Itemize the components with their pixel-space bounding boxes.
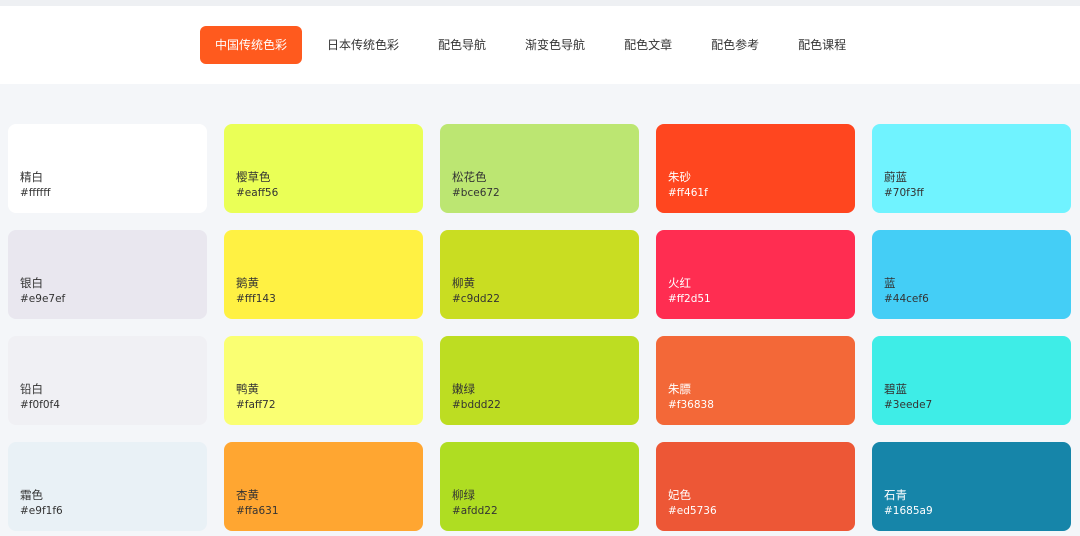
color-swatch-grid: 精白 #ffffff 樱草色 #eaff56 松花色 #bce672 朱砂 #ff461f 蔚蓝… — [8, 124, 1071, 531]
color-hex-code: #fff143 — [236, 293, 276, 305]
nav-item-5[interactable]: 配色参考 — [692, 26, 778, 64]
nav-item-3[interactable]: 渐变色导航 — [506, 26, 604, 64]
color-name: 鹅黄 — [236, 276, 259, 290]
color-hex-code: #44cef6 — [884, 293, 929, 305]
color-swatch-card[interactable]: 妃色 #ed5736 — [656, 442, 855, 531]
color-hex-code: #eaff56 — [236, 187, 279, 199]
color-swatch-card[interactable]: 精白 #ffffff — [8, 124, 207, 213]
color-hex-code: #bce672 — [452, 187, 500, 199]
color-swatch-card[interactable]: 松花色 #bce672 — [440, 124, 639, 213]
color-hex-code: #c9dd22 — [452, 293, 500, 305]
color-swatch-card[interactable]: 火红 #ff2d51 — [656, 230, 855, 319]
color-swatch-card[interactable]: 鹅黄 #fff143 — [224, 230, 423, 319]
color-hex-code: #ffa631 — [236, 505, 279, 517]
color-name: 朱膘 — [668, 382, 691, 396]
color-hex-code: #f36838 — [668, 399, 714, 411]
color-swatch-card[interactable]: 柳黄 #c9dd22 — [440, 230, 639, 319]
nav-item-4[interactable]: 配色文章 — [605, 26, 691, 64]
color-swatch-card[interactable]: 霜色 #e9f1f6 — [8, 442, 207, 531]
color-name: 鸭黄 — [236, 382, 259, 396]
color-hex-code: #afdd22 — [452, 505, 498, 517]
color-name: 霜色 — [20, 488, 43, 502]
color-swatch-card[interactable]: 银白 #e9e7ef — [8, 230, 207, 319]
color-swatch-card[interactable]: 碧蓝 #3eede7 — [872, 336, 1071, 425]
top-navigation-bar: 中国传统色彩 日本传统色彩 配色导航 渐变色导航 配色文章 配色参考 配色课程 — [0, 6, 1080, 84]
color-hex-code: #ffffff — [20, 187, 51, 199]
nav-item-0[interactable]: 中国传统色彩 — [200, 26, 303, 64]
nav-menu: 中国传统色彩 日本传统色彩 配色导航 渐变色导航 配色文章 配色参考 配色课程 — [200, 26, 866, 64]
color-hex-code: #3eede7 — [884, 399, 933, 411]
color-hex-code: #ff2d51 — [668, 293, 711, 305]
color-hex-code: #bddd22 — [452, 399, 501, 411]
nav-item-2[interactable]: 配色导航 — [419, 26, 505, 64]
color-hex-code: #70f3ff — [884, 187, 924, 199]
color-hex-code: #e9e7ef — [20, 293, 66, 305]
color-swatch-card[interactable]: 朱膘 #f36838 — [656, 336, 855, 425]
color-name: 松花色 — [452, 170, 487, 184]
color-swatch-card[interactable]: 石青 #1685a9 — [872, 442, 1071, 531]
color-swatch-card[interactable]: 杏黄 #ffa631 — [224, 442, 423, 531]
color-name: 蓝 — [884, 276, 896, 290]
color-swatch-card[interactable]: 铅白 #f0f0f4 — [8, 336, 207, 425]
color-name: 杏黄 — [236, 488, 259, 502]
color-hex-code: #faff72 — [236, 399, 276, 411]
color-name: 朱砂 — [668, 170, 691, 184]
color-swatch-card[interactable]: 柳绿 #afdd22 — [440, 442, 639, 531]
color-swatch-card[interactable]: 樱草色 #eaff56 — [224, 124, 423, 213]
color-name: 精白 — [20, 170, 43, 184]
color-hex-code: #ff461f — [668, 187, 708, 199]
color-hex-code: #1685a9 — [884, 505, 933, 517]
color-swatch-card[interactable]: 蔚蓝 #70f3ff — [872, 124, 1071, 213]
color-name: 石青 — [884, 488, 907, 502]
color-name: 柳绿 — [452, 488, 475, 502]
color-name: 铅白 — [20, 382, 43, 396]
color-name: 碧蓝 — [884, 382, 907, 396]
color-name: 妃色 — [668, 488, 691, 502]
nav-item-6[interactable]: 配色课程 — [779, 26, 865, 64]
color-name: 银白 — [20, 276, 43, 290]
color-name: 火红 — [668, 276, 691, 290]
color-hex-code: #f0f0f4 — [20, 399, 60, 411]
color-hex-code: #ed5736 — [668, 505, 717, 517]
color-swatch-card[interactable]: 朱砂 #ff461f — [656, 124, 855, 213]
color-name: 蔚蓝 — [884, 170, 907, 184]
color-swatch-card[interactable]: 蓝 #44cef6 — [872, 230, 1071, 319]
color-swatch-card[interactable]: 嫩绿 #bddd22 — [440, 336, 639, 425]
nav-item-1[interactable]: 日本传统色彩 — [308, 26, 418, 64]
color-hex-code: #e9f1f6 — [20, 505, 63, 517]
color-name: 柳黄 — [452, 276, 475, 290]
color-swatch-card[interactable]: 鸭黄 #faff72 — [224, 336, 423, 425]
color-name: 嫩绿 — [452, 382, 475, 396]
color-name: 樱草色 — [236, 170, 271, 184]
